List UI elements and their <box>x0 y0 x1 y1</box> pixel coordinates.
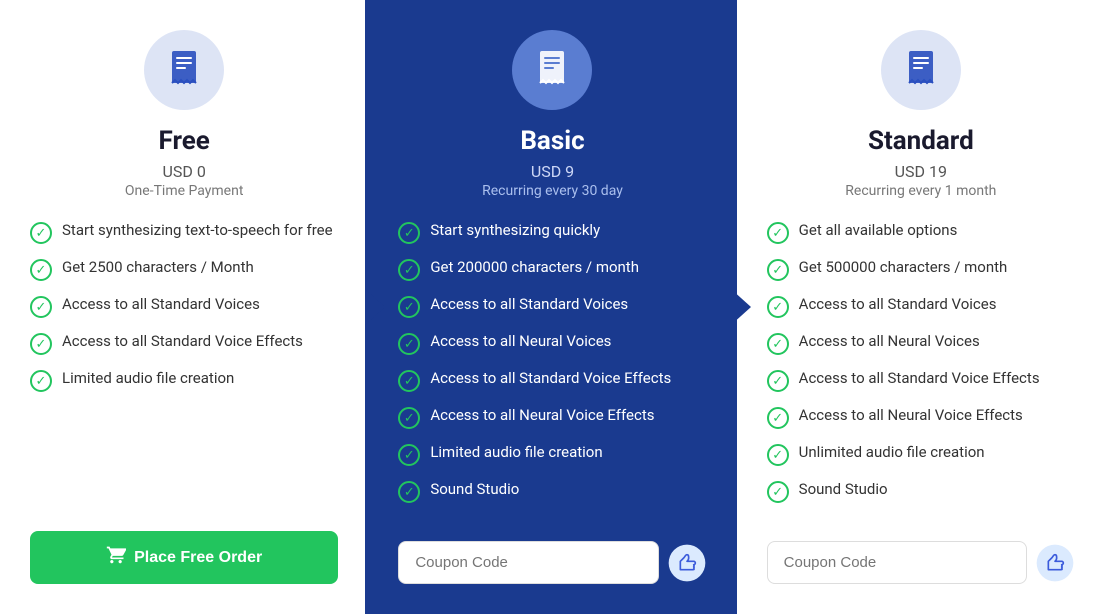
standard-coupon-apply-button[interactable] <box>1035 543 1075 583</box>
basic-check-icon-5: ✓ <box>398 407 420 429</box>
standard-check-icon-7: ✓ <box>767 481 789 503</box>
free-place-order-button[interactable]: Place Free Order <box>30 531 338 584</box>
free-feature-item: ✓ Access to all Standard Voices <box>30 295 338 318</box>
free-feature-text-3: Access to all Standard Voice Effects <box>62 332 303 350</box>
standard-coupon-input[interactable] <box>767 541 1027 584</box>
standard-feature-item: ✓ Access to all Standard Voices <box>767 295 1075 318</box>
free-check-icon-4: ✓ <box>30 370 52 392</box>
standard-check-icon-0: ✓ <box>767 222 789 244</box>
standard-check-icon-3: ✓ <box>767 333 789 355</box>
standard-features-list: ✓ Get all available options ✓ Get 500000 ch… <box>767 221 1075 517</box>
basic-check-icon-4: ✓ <box>398 370 420 392</box>
basic-receipt-icon <box>534 49 570 92</box>
free-features-list: ✓ Start synthesizing text-to-speech for f… <box>30 221 338 406</box>
basic-coupon-wrapper <box>398 541 706 584</box>
basic-check-icon-7: ✓ <box>398 481 420 503</box>
basic-feature-item: ✓ Access to all Standard Voice Effects <box>398 369 706 392</box>
standard-name: Standard <box>868 126 974 156</box>
standard-check-icon-4: ✓ <box>767 370 789 392</box>
basic-feature-item: ✓ Start synthesizing quickly <box>398 221 706 244</box>
standard-feature-item: ✓ Get 500000 characters / month <box>767 258 1075 281</box>
free-check-icon-2: ✓ <box>30 296 52 318</box>
free-feature-item: ✓ Access to all Standard Voice Effects <box>30 332 338 355</box>
basic-footer <box>398 541 706 584</box>
standard-feature-item: ✓ Get all available options <box>767 221 1075 244</box>
standard-check-icon-2: ✓ <box>767 296 789 318</box>
standard-feature-text-7: Sound Studio <box>799 480 888 498</box>
free-feature-item: ✓ Limited audio file creation <box>30 369 338 392</box>
basic-feature-item: ✓ Get 200000 characters / month <box>398 258 706 281</box>
free-footer: Place Free Order <box>30 531 338 584</box>
basic-feature-item: ✓ Access to all Neural Voice Effects <box>398 406 706 429</box>
basic-feature-text-4: Access to all Standard Voice Effects <box>430 369 671 387</box>
basic-icon-wrapper <box>512 30 592 110</box>
basic-features-list: ✓ Start synthesizing quickly ✓ Get 200000 c… <box>398 221 706 517</box>
free-icon-wrapper <box>144 30 224 110</box>
basic-check-icon-0: ✓ <box>398 222 420 244</box>
basic-coupon-input[interactable] <box>398 541 658 584</box>
standard-feature-item: ✓ Access to all Neural Voice Effects <box>767 406 1075 429</box>
basic-feature-item: ✓ Access to all Standard Voices <box>398 295 706 318</box>
free-feature-item: ✓ Start synthesizing text-to-speech for f… <box>30 221 338 244</box>
free-feature-text-2: Access to all Standard Voices <box>62 295 260 313</box>
basic-feature-text-5: Access to all Neural Voice Effects <box>430 406 654 424</box>
basic-feature-text-7: Sound Studio <box>430 480 519 498</box>
standard-footer <box>767 541 1075 584</box>
free-feature-text-1: Get 2500 characters / Month <box>62 258 254 276</box>
basic-check-icon-1: ✓ <box>398 259 420 281</box>
plan-card-free: Free USD 0 One-Time Payment ✓ Start synthesi… <box>0 0 368 614</box>
free-check-icon-1: ✓ <box>30 259 52 281</box>
free-feature-text-0: Start synthesizing text-to-speech for fr… <box>62 221 333 239</box>
basic-check-icon-6: ✓ <box>398 444 420 466</box>
standard-feature-text-4: Access to all Standard Voice Effects <box>799 369 1040 387</box>
plan-card-standard: Standard USD 19 Recurring every 1 month ✓ Ge… <box>737 0 1105 614</box>
basic-feature-text-0: Start synthesizing quickly <box>430 221 600 239</box>
plans-container: Free USD 0 One-Time Payment ✓ Start synthesi… <box>0 0 1105 614</box>
free-feature-item: ✓ Get 2500 characters / Month <box>30 258 338 281</box>
free-check-icon-0: ✓ <box>30 222 52 244</box>
standard-billing: Recurring every 1 month <box>845 183 996 199</box>
free-check-icon-3: ✓ <box>30 333 52 355</box>
basic-billing: Recurring every 30 day <box>482 183 623 199</box>
free-price: USD 0 <box>162 162 205 181</box>
basic-feature-item: ✓ Access to all Neural Voices <box>398 332 706 355</box>
basic-feature-item: ✓ Sound Studio <box>398 480 706 503</box>
basic-feature-text-3: Access to all Neural Voices <box>430 332 611 350</box>
basic-check-icon-2: ✓ <box>398 296 420 318</box>
standard-feature-text-3: Access to all Neural Voices <box>799 332 980 350</box>
standard-feature-item: ✓ Sound Studio <box>767 480 1075 503</box>
free-place-order-label: Place Free Order <box>134 549 262 567</box>
basic-check-icon-3: ✓ <box>398 333 420 355</box>
right-divider-notch <box>731 289 751 325</box>
standard-check-icon-1: ✓ <box>767 259 789 281</box>
standard-feature-text-1: Get 500000 characters / month <box>799 258 1008 276</box>
standard-receipt-icon <box>903 49 939 92</box>
plan-card-basic: Basic USD 9 Recurring every 30 day ✓ Start s… <box>368 0 736 614</box>
left-divider-notch <box>365 289 385 325</box>
standard-feature-item: ✓ Access to all Standard Voice Effects <box>767 369 1075 392</box>
standard-feature-text-6: Unlimited audio file creation <box>799 443 985 461</box>
basic-coupon-apply-button[interactable] <box>667 543 707 583</box>
basic-feature-text-1: Get 200000 characters / month <box>430 258 639 276</box>
basic-feature-item: ✓ Limited audio file creation <box>398 443 706 466</box>
standard-coupon-wrapper <box>767 541 1075 584</box>
basic-feature-text-2: Access to all Standard Voices <box>430 295 628 313</box>
standard-feature-text-0: Get all available options <box>799 221 958 239</box>
standard-feature-item: ✓ Access to all Neural Voices <box>767 332 1075 355</box>
free-feature-text-4: Limited audio file creation <box>62 369 234 387</box>
basic-price: USD 9 <box>531 162 574 181</box>
free-billing: One-Time Payment <box>125 183 244 199</box>
standard-check-icon-6: ✓ <box>767 444 789 466</box>
standard-feature-item: ✓ Unlimited audio file creation <box>767 443 1075 466</box>
standard-icon-wrapper <box>881 30 961 110</box>
standard-feature-text-2: Access to all Standard Voices <box>799 295 997 313</box>
basic-feature-text-6: Limited audio file creation <box>430 443 602 461</box>
cart-icon <box>106 545 126 570</box>
basic-name: Basic <box>520 126 584 156</box>
standard-feature-text-5: Access to all Neural Voice Effects <box>799 406 1023 424</box>
standard-check-icon-5: ✓ <box>767 407 789 429</box>
free-name: Free <box>159 126 210 156</box>
standard-price: USD 19 <box>895 162 947 181</box>
free-receipt-icon <box>166 49 202 92</box>
